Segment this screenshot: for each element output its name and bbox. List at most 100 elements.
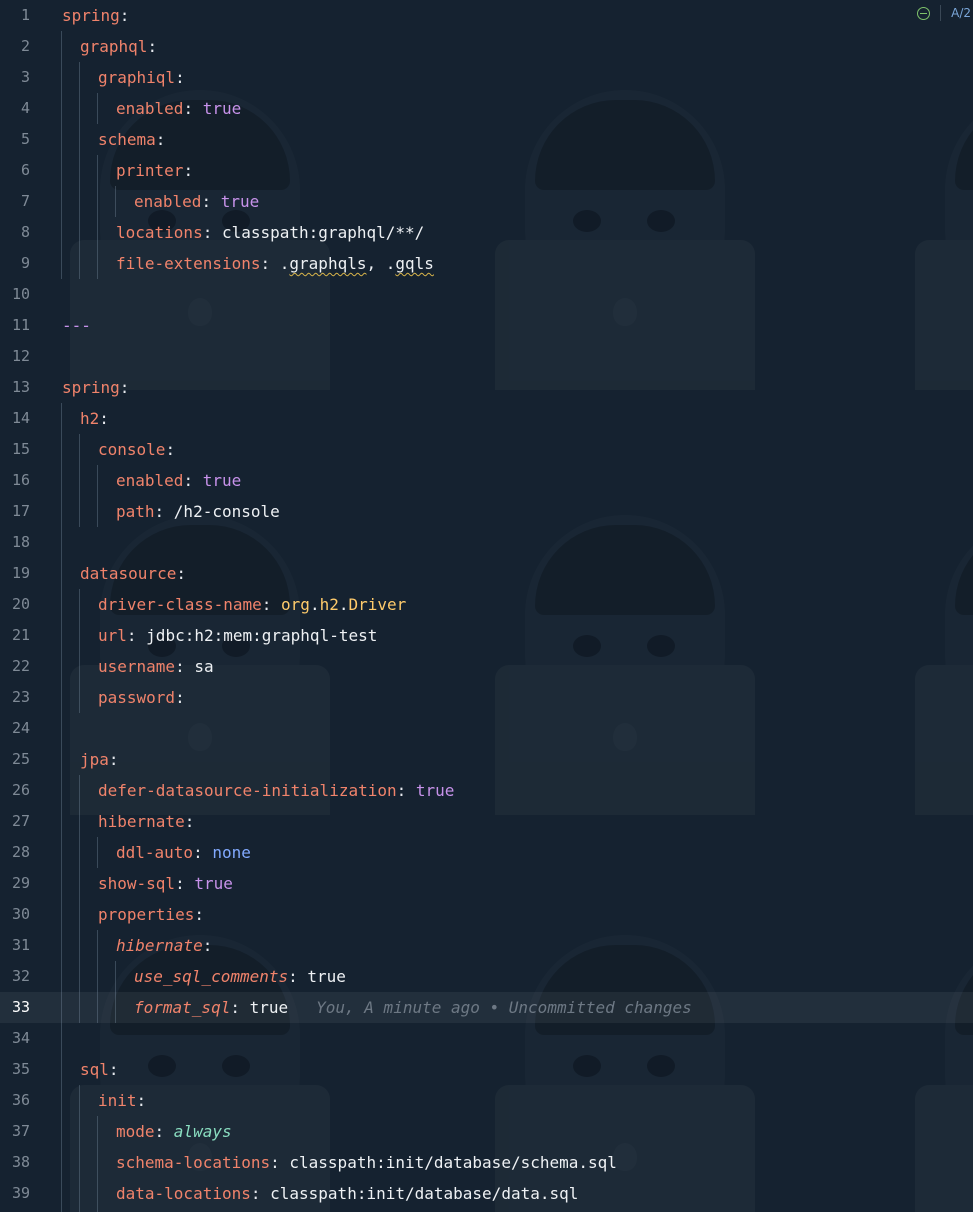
yaml-key: graphql xyxy=(80,37,148,56)
yaml-value: true xyxy=(307,967,346,986)
yaml-key: defer-datasource-initialization xyxy=(98,781,397,800)
yaml-key: console xyxy=(98,440,166,459)
line-number: 34 xyxy=(11,1029,30,1047)
code-line[interactable]: spring: xyxy=(62,372,129,403)
line-number: 13 xyxy=(11,378,30,396)
line-number: 10 xyxy=(11,285,30,303)
code-line[interactable]: path: /h2-console xyxy=(116,496,280,527)
yaml-value: none xyxy=(212,843,251,862)
yaml-value: always xyxy=(173,1122,232,1141)
yaml-value: true xyxy=(202,471,242,490)
code-line-current[interactable]: format_sql: true You, A minute ago • Unco… xyxy=(134,992,692,1023)
line-number: 1 xyxy=(20,6,30,24)
code-line[interactable]: file-extensions: .graphqls, .gqls xyxy=(116,248,434,279)
line-number: 8 xyxy=(20,223,30,241)
code-line[interactable]: jpa: xyxy=(80,744,119,775)
yaml-key: hibernate xyxy=(98,812,185,831)
code-line[interactable]: show-sql: true xyxy=(98,868,233,899)
line-number: 17 xyxy=(11,502,30,520)
code-line[interactable]: enabled: true xyxy=(116,93,241,124)
yaml-key: path xyxy=(116,502,155,521)
code-line[interactable]: schema: xyxy=(98,124,165,155)
line-number: 39 xyxy=(11,1184,30,1202)
code-line[interactable]: password: xyxy=(98,682,185,713)
yaml-value: true xyxy=(202,99,242,118)
code-line[interactable]: sql: xyxy=(80,1054,119,1085)
yaml-key: graphiql xyxy=(98,68,176,87)
yaml-key: jpa xyxy=(80,750,109,769)
yaml-key: url xyxy=(98,626,127,645)
line-number: 27 xyxy=(11,812,30,830)
line-number: 28 xyxy=(11,843,30,861)
line-number: 2 xyxy=(20,37,30,55)
document-separator: --- xyxy=(62,316,91,335)
code-line[interactable]: url: jdbc:h2:mem:graphql-test xyxy=(98,620,377,651)
line-number: 20 xyxy=(11,595,30,613)
code-line[interactable]: hibernate: xyxy=(116,930,212,961)
line-number: 29 xyxy=(11,874,30,892)
code-line[interactable]: console: xyxy=(98,434,175,465)
yaml-key: sql xyxy=(80,1060,109,1079)
code-line[interactable]: properties: xyxy=(98,899,204,930)
yaml-value: jdbc:h2:mem:graphql-test xyxy=(146,626,378,645)
line-number: 19 xyxy=(11,564,30,582)
line-number-gutter: 1 2 3 4 5 6 7 8 9 10 11 12 13 14 15 16 17 18 19 20 21 22 23 24 2… xyxy=(0,0,50,1212)
line-number: 9 xyxy=(20,254,30,272)
yaml-key: schema xyxy=(98,130,156,149)
code-line[interactable]: init: xyxy=(98,1085,146,1116)
code-line[interactable]: enabled: true xyxy=(116,465,241,496)
yaml-key: schema-locations xyxy=(116,1153,271,1172)
yaml-key: use_sql_comments xyxy=(134,967,289,986)
code-line[interactable]: enabled: true xyxy=(134,186,259,217)
yaml-key: file-extensions xyxy=(116,254,261,273)
code-line[interactable]: defer-datasource-initialization: true xyxy=(98,775,454,806)
yaml-key: username xyxy=(98,657,176,676)
yaml-value: classpath:init/database/data.sql xyxy=(270,1184,579,1203)
code-line[interactable]: schema-locations: classpath:init/databas… xyxy=(116,1147,617,1178)
yaml-value: classpath:init/database/schema.sql xyxy=(289,1153,617,1172)
code-line[interactable]: hibernate: xyxy=(98,806,194,837)
code-line[interactable]: h2: xyxy=(80,403,109,434)
code-editor[interactable]: A/2 1 2 3 4 5 6 7 8 9 10 11 12 13 14 15 16 17 18 19 20 21 22 2… xyxy=(0,0,973,1212)
line-number: 33 xyxy=(11,998,30,1016)
code-line[interactable]: mode: always xyxy=(116,1116,232,1147)
line-number: 3 xyxy=(20,68,30,86)
line-number: 36 xyxy=(11,1091,30,1109)
code-line[interactable]: driver-class-name: org.h2.Driver xyxy=(98,589,406,620)
code-line[interactable]: spring: xyxy=(62,0,129,31)
yaml-key: mode xyxy=(116,1122,155,1141)
code-line[interactable]: datasource: xyxy=(80,558,186,589)
git-blame-annotation: You, A minute ago • Uncommitted changes xyxy=(316,998,692,1017)
yaml-value: true xyxy=(415,781,455,800)
line-number: 24 xyxy=(11,719,30,737)
code-line[interactable]: username: sa xyxy=(98,651,214,682)
yaml-value: , . xyxy=(366,254,396,273)
code-line[interactable]: data-locations: classpath:init/database/… xyxy=(116,1178,578,1209)
line-number: 23 xyxy=(11,688,30,706)
yaml-key: properties xyxy=(98,905,195,924)
yaml-value: /h2-console xyxy=(173,502,280,521)
code-line[interactable]: --- xyxy=(62,310,91,341)
yaml-key: h2 xyxy=(80,409,100,428)
yaml-value: true xyxy=(220,192,260,211)
yaml-key: printer xyxy=(116,161,184,180)
yaml-value: true xyxy=(194,874,233,893)
yaml-key: datasource xyxy=(80,564,177,583)
code-line[interactable]: printer: xyxy=(116,155,193,186)
code-line[interactable]: graphiql: xyxy=(98,62,185,93)
yaml-value: . xyxy=(279,254,290,273)
yaml-value: true xyxy=(249,998,289,1017)
line-number: 15 xyxy=(11,440,30,458)
code-line[interactable]: use_sql_comments: true xyxy=(134,961,346,992)
yaml-key: enabled xyxy=(134,192,202,211)
yaml-key: init xyxy=(98,1091,137,1110)
yaml-key: data-locations xyxy=(116,1184,251,1203)
spelling-warning: graphqls xyxy=(289,254,367,273)
code-line[interactable]: ddl-auto: none xyxy=(116,837,251,868)
line-number: 14 xyxy=(11,409,30,427)
code-area[interactable]: spring: graphql: graphiql: enabled: true… xyxy=(62,0,973,1212)
code-line[interactable]: graphql: xyxy=(80,31,157,62)
yaml-key: locations xyxy=(116,223,203,242)
line-number: 5 xyxy=(20,130,30,148)
code-line[interactable]: locations: classpath:graphql/**/ xyxy=(116,217,424,248)
